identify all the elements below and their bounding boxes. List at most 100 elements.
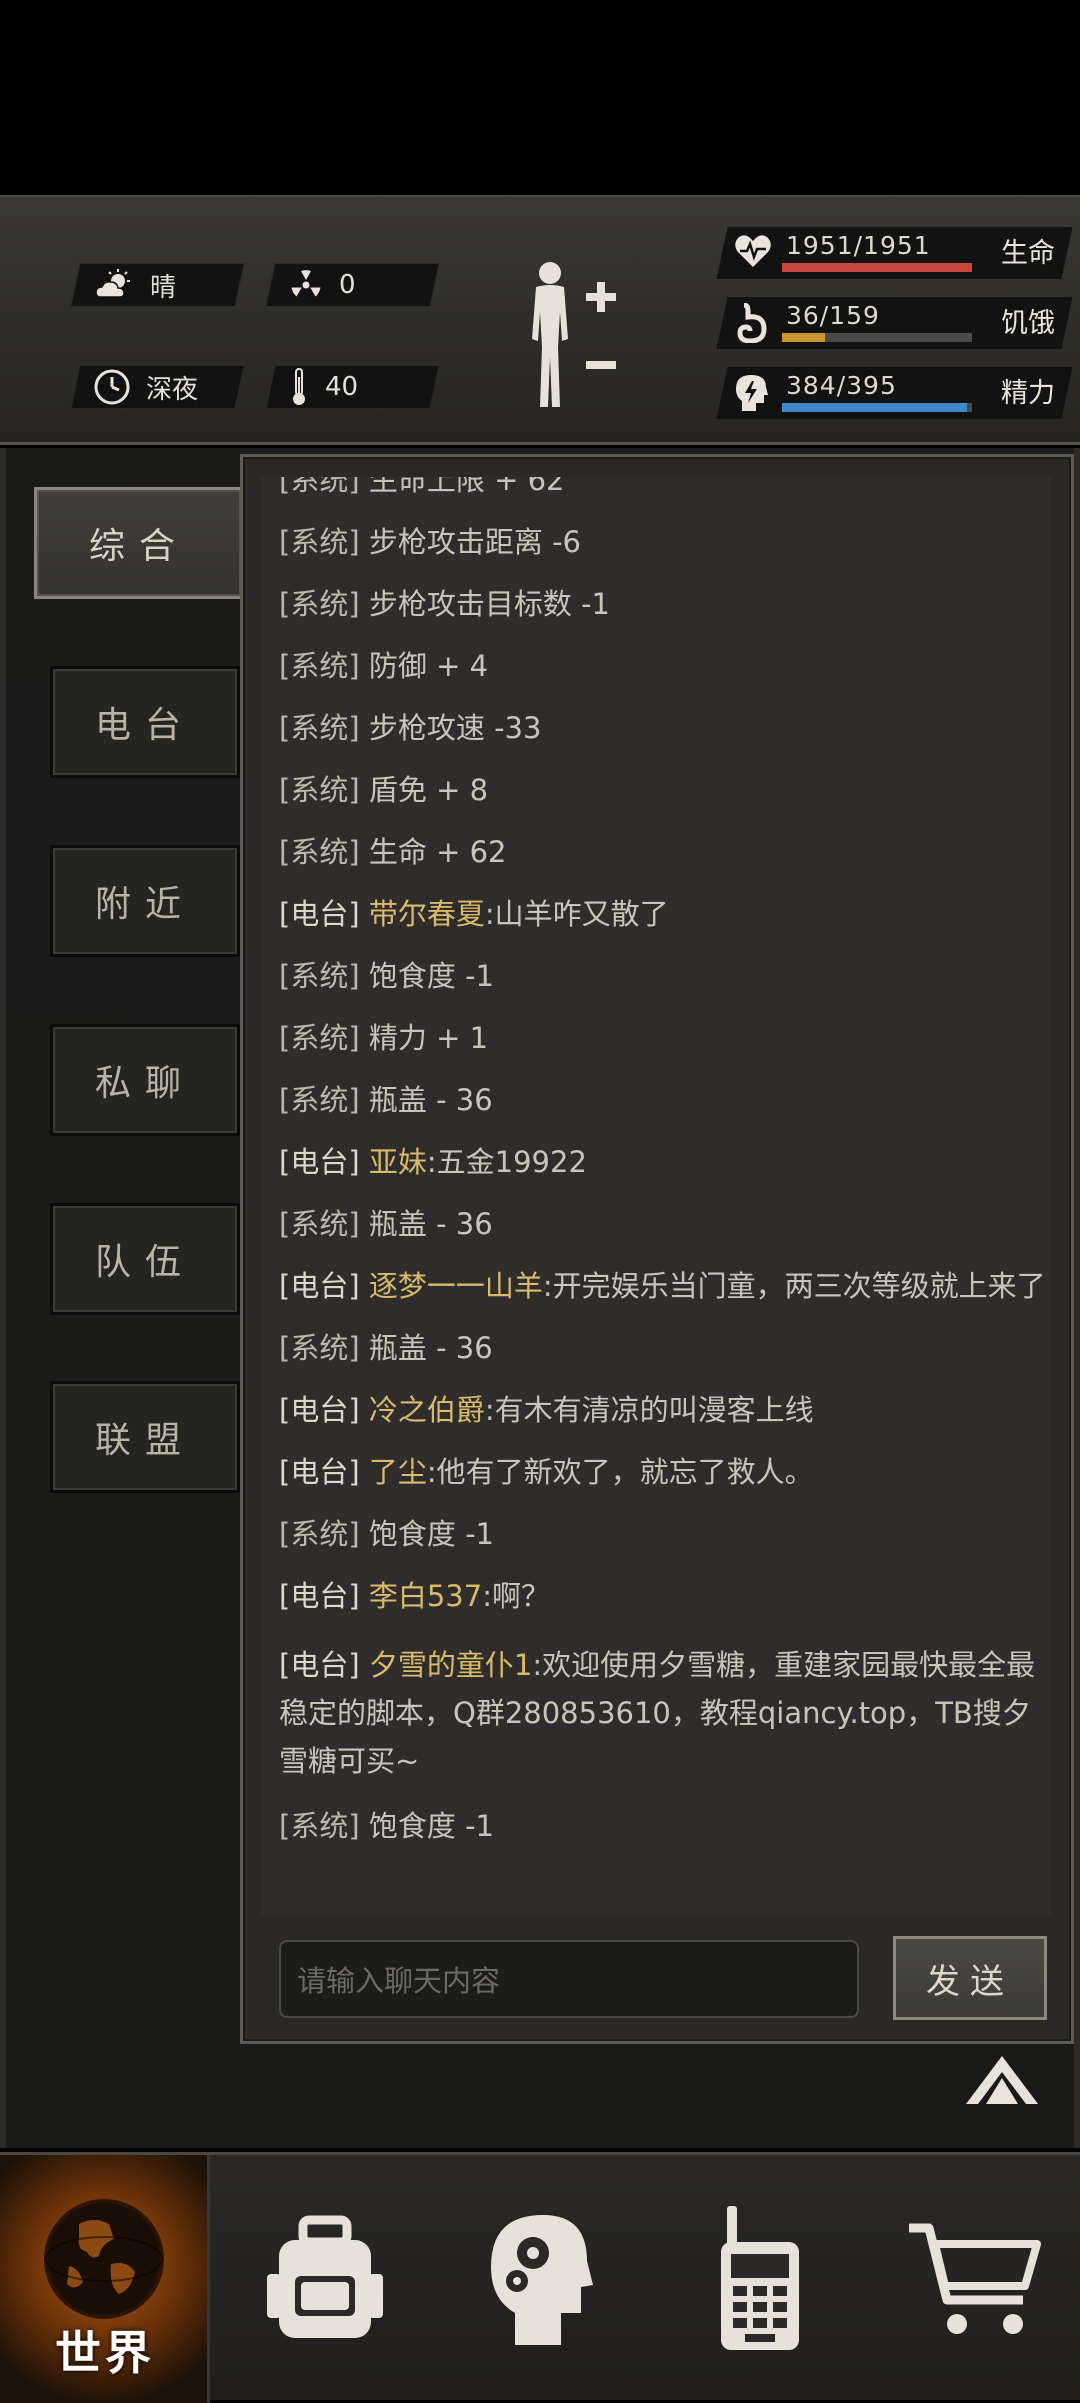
hunger-value: 36/159 — [786, 301, 880, 330]
chat-message-text: 精力 + 1 — [368, 1021, 489, 1055]
chat-message: [系统] 步枪攻速 -33 — [261, 697, 1051, 759]
chat-message: [系统] 盾免 + 8 — [261, 759, 1051, 821]
weather-text: 晴 — [150, 272, 177, 303]
chat-channel-tag: [系统] — [279, 959, 360, 993]
chat-channel-tag: [系统] — [279, 835, 360, 869]
world-globe-icon — [43, 2199, 164, 2319]
chat-message: [电台] 夕雪的童仆1:欢迎使用夕雪糖，重建家园最快最全最稳定的脚本，Q群280… — [261, 1627, 1051, 1795]
stomach-icon — [737, 303, 767, 343]
tab-team[interactable]: 队伍 — [50, 1203, 240, 1315]
chat-username[interactable]: 了尘 — [369, 1455, 427, 1489]
chat-channel-tag: [系统] — [279, 1083, 360, 1117]
chat-message-list: [系统] 生命上限 + 62 [系统] 步枪攻击距离 -6 [系统] 步枪攻击目标数… — [261, 477, 1051, 1857]
chat-message: [系统] 步枪攻击目标数 -1 — [261, 573, 1051, 635]
chat-message: [系统] 饱食度 -1 — [261, 945, 1051, 1007]
chat-message: [电台] 亚妹:五金19922 — [261, 1131, 1051, 1193]
chat-channel-tag: [电台] — [279, 897, 360, 931]
chat-message: [系统] 饱食度 -1 — [261, 1795, 1051, 1857]
time-indicator: 深夜 — [70, 365, 245, 409]
chat-message-text: 瓶盖 - 36 — [368, 1083, 493, 1117]
chat-message: [系统] 饱食度 -1 — [261, 1503, 1051, 1565]
walkie-talkie-icon — [721, 2206, 799, 2350]
tab-nearby[interactable]: 附近 — [50, 845, 240, 957]
chat-message-text: :啊？ — [482, 1579, 550, 1613]
nav-shop[interactable] — [875, 2155, 1075, 2403]
chat-message: [电台] 李白537:啊？ — [261, 1565, 1051, 1627]
bottom-nav: 世界 — [0, 2152, 1080, 2403]
chat-username[interactable]: 带尔春夏 — [369, 897, 485, 931]
chat-channel-tag: [系统] — [279, 1331, 360, 1365]
chat-channel-tag: [电台] — [279, 1648, 360, 1682]
tab-alliance[interactable]: 联盟 — [50, 1381, 240, 1493]
health-value: 1951/1951 — [786, 231, 931, 260]
chat-message-text: :他有了新欢了，就忘了救人。 — [426, 1455, 814, 1489]
chat-channel-tag: [电台] — [279, 1269, 360, 1303]
radiation-indicator: 0 — [265, 263, 440, 307]
chat-username[interactable]: 逐梦一一山羊 — [369, 1269, 543, 1303]
chat-channel-tag: [系统] — [279, 711, 360, 745]
shopping-cart-icon — [909, 2223, 1041, 2334]
chat-message-text: 防御 + 4 — [368, 649, 489, 683]
chat-message-text: 瓶盖 - 36 — [368, 1331, 493, 1365]
chat-panel: [系统] 生命上限 + 62 [系统] 步枪攻击距离 -6 [系统] 步枪攻击目标数… — [240, 454, 1074, 2044]
energy-stat: 384/395 精力 — [716, 367, 1073, 419]
chat-message: [电台] 了尘:他有了新欢了，就忘了救人。 — [261, 1441, 1051, 1503]
chat-channel-tag: [电台] — [279, 1145, 360, 1179]
hunger-stat: 36/159 饥饿 — [716, 297, 1073, 349]
chat-username[interactable]: 李白537 — [369, 1579, 482, 1613]
weather-indicator: 晴 — [70, 263, 245, 307]
chat-message: [电台] 带尔春夏:山羊咋又散了 — [261, 883, 1051, 945]
tab-radio[interactable]: 电台 — [50, 666, 240, 778]
chat-message-text: 瓶盖 - 36 — [368, 1207, 493, 1241]
chat-message: [系统] 精力 + 1 — [261, 1007, 1051, 1069]
tab-private-chat[interactable]: 私聊 — [50, 1024, 240, 1136]
nav-skills[interactable] — [440, 2155, 640, 2403]
chat-channel-tag: [系统] — [279, 1021, 360, 1055]
body-figure-icon[interactable] — [520, 257, 630, 417]
nav-world[interactable]: 世界 — [0, 2155, 210, 2403]
skills-head-icon — [491, 2215, 593, 2345]
chat-input[interactable]: 请输入聊天内容 — [279, 1940, 859, 2018]
chat-message-text: 步枪攻击目标数 -1 — [368, 587, 610, 621]
chat-username[interactable]: 夕雪的童仆1 — [369, 1648, 532, 1682]
chat-username[interactable]: 冷之伯爵 — [369, 1393, 485, 1427]
chat-message-text: 生命上限 + 62 — [368, 477, 565, 497]
chat-message-text: 饱食度 -1 — [368, 1809, 494, 1843]
chat-message-text: 饱食度 -1 — [368, 1517, 494, 1551]
chat-channel-tag: [电台] — [279, 1579, 360, 1613]
chat-message-text: :山羊咋又散了 — [484, 897, 669, 931]
chat-message-text: 饱食度 -1 — [368, 959, 494, 993]
chat-message: [系统] 防御 + 4 — [261, 635, 1051, 697]
clock-icon — [94, 369, 130, 405]
chat-channel-tag: [电台] — [279, 1393, 360, 1427]
energy-label: 精力 — [1001, 378, 1055, 409]
hunger-label: 饥饿 — [1001, 308, 1055, 339]
energy-value: 384/395 — [786, 371, 897, 400]
chat-channel-tag: [系统] — [279, 773, 360, 807]
chat-channel-tag: [系统] — [279, 1207, 360, 1241]
chat-message: [系统] 生命 + 62 — [261, 821, 1051, 883]
chat-message: [电台] 逐梦一一山羊:开完娱乐当门童，两三次等级就上来了 — [261, 1255, 1051, 1317]
nav-backpack[interactable] — [225, 2155, 425, 2403]
chat-message: [系统] 步枪攻击距离 -6 — [261, 511, 1051, 573]
partly-cloudy-icon — [95, 269, 130, 298]
chat-message: [系统] 瓶盖 - 36 — [261, 1193, 1051, 1255]
heart-icon — [735, 235, 771, 267]
chat-message-text: 生命 + 62 — [368, 835, 507, 869]
energy-head-icon — [736, 375, 768, 411]
radiation-icon — [291, 270, 321, 297]
backpack-icon — [267, 2215, 383, 2338]
chat-username[interactable]: 亚妹 — [369, 1145, 427, 1179]
temperature-indicator: 40 — [265, 365, 440, 409]
nav-world-label: 世界 — [55, 2326, 155, 2380]
temperature-value: 40 — [325, 372, 359, 402]
chat-log[interactable]: [系统] 生命上限 + 62 [系统] 步枪攻击距离 -6 [系统] 步枪攻击目标数… — [261, 477, 1051, 1917]
send-button[interactable]: 发送 — [893, 1936, 1047, 2020]
health-label: 生命 — [1001, 238, 1055, 269]
collapse-chevron-up-icon[interactable] — [962, 2052, 1042, 2112]
nav-radio[interactable] — [660, 2155, 860, 2403]
tab-general[interactable]: 综合 — [34, 487, 244, 599]
energy-bar — [782, 403, 972, 412]
chat-channel-tag: [系统] — [279, 477, 360, 497]
chat-message: [系统] 瓶盖 - 36 — [261, 1317, 1051, 1379]
